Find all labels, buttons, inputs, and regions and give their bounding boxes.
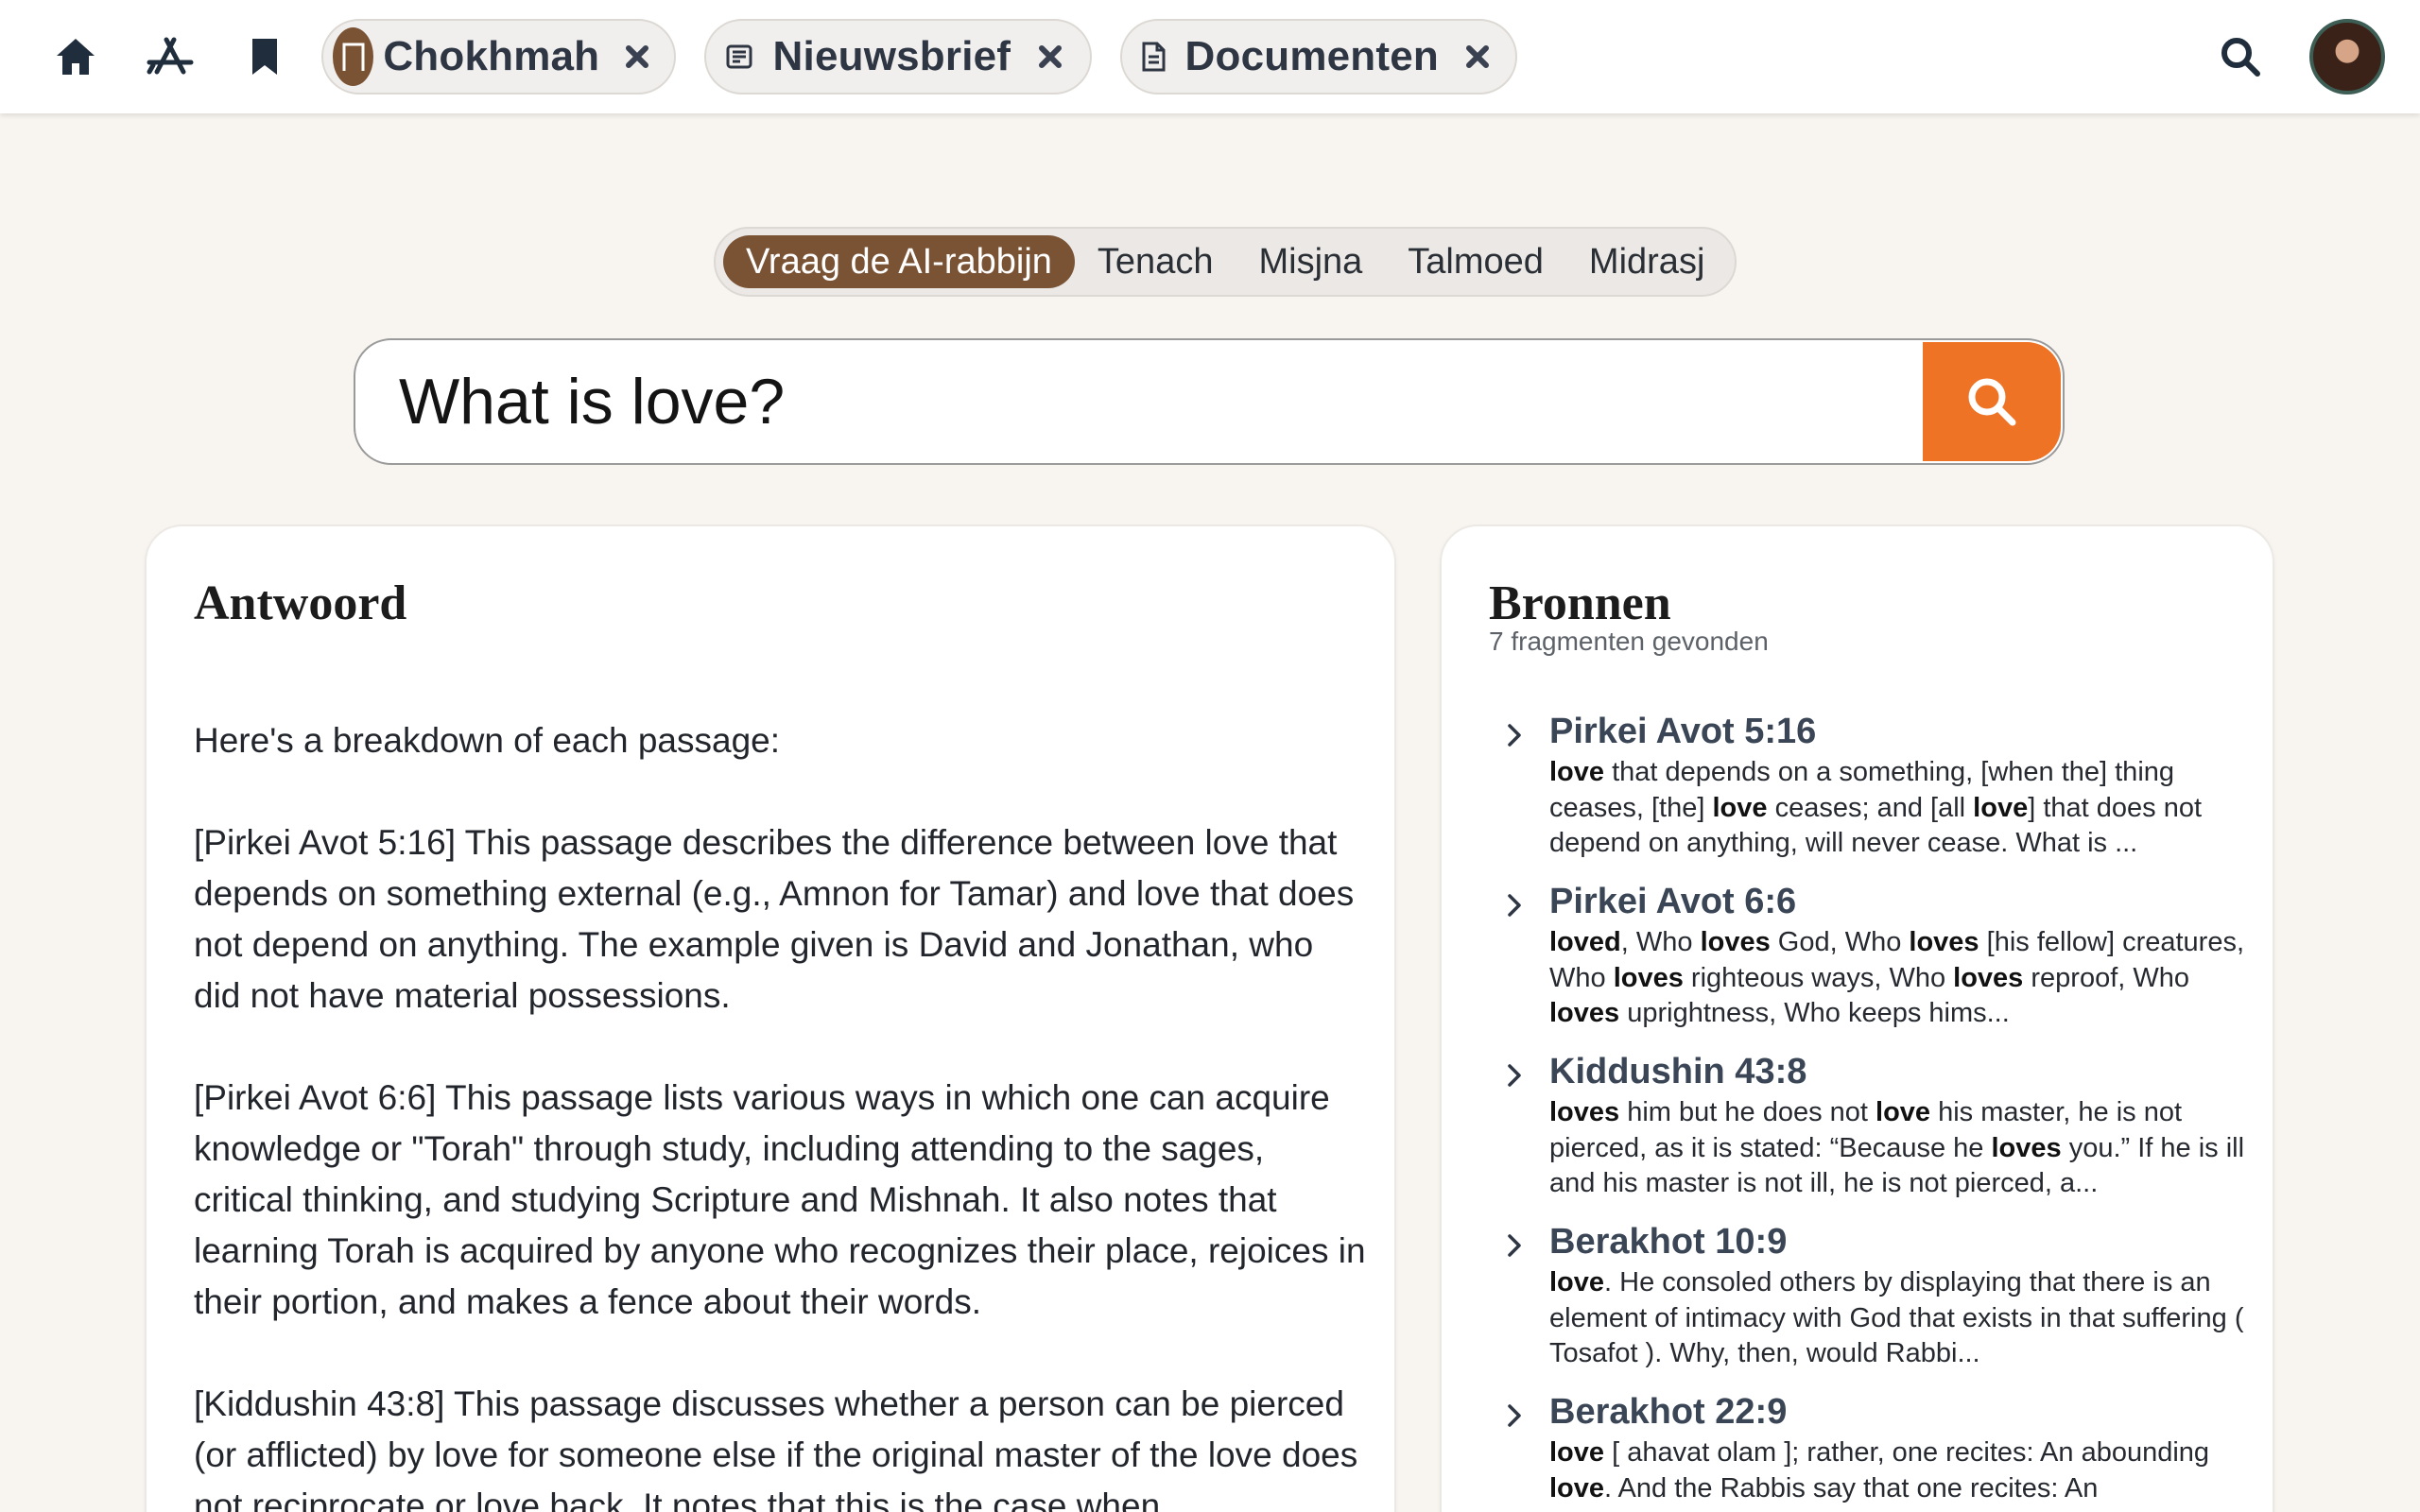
close-icon[interactable] <box>1461 36 1493 77</box>
highlighted-term: love <box>1973 792 2029 823</box>
tab-label: Nieuwsbrief <box>772 33 1011 79</box>
tab-talmoed[interactable]: Talmoed <box>1385 235 1566 288</box>
highlighted-term: love <box>1712 792 1768 823</box>
source-item[interactable]: Pirkei Avot 5:16 love that depends on a s… <box>1489 708 2255 878</box>
snippet-text: uprightness, Who keeps hims... <box>1619 998 2010 1028</box>
search-button[interactable] <box>1923 342 2061 461</box>
answer-paragraph: [Pirkei Avot 6:6] This passage lists var… <box>194 1078 1366 1321</box>
snippet-text: ceases; and [all <box>1767 792 1974 823</box>
answer-paragraph: [Pirkei Avot 5:16] This passage describe… <box>194 823 1355 1015</box>
source-snippet: love. He consoled others by displaying t… <box>1549 1265 2255 1372</box>
highlighted-term: loves <box>1700 927 1771 957</box>
chevron-right-icon[interactable] <box>1500 1061 1529 1090</box>
search-box <box>354 338 2065 465</box>
source-item[interactable]: Pirkei Avot 6:6 loved, Who loves God, Who… <box>1489 878 2255 1048</box>
chokhmah-logo-icon <box>333 27 374 86</box>
sources-count: 7 fragmenten gevonden <box>1489 627 1769 656</box>
tab-label: Documenten <box>1184 33 1439 79</box>
top-bar: Chokhmah Nieuwsbrief Documenten <box>0 0 2420 113</box>
answer-title: Antwoord <box>194 576 407 630</box>
highlighted-term: love <box>1549 1267 1605 1297</box>
answer-body: Here's a breakdown of each passage: [Pir… <box>194 715 1366 1512</box>
highlighted-term: love <box>1549 1472 1605 1503</box>
sources-card: Bronnen 7 fragmenten gevonden Pirkei Avo… <box>1440 524 2274 1512</box>
source-item[interactable]: Berakhot 10:9 love. He consoled others by… <box>1489 1218 2255 1388</box>
search-icon[interactable] <box>2212 28 2269 85</box>
source-item[interactable]: Berakhot 22:9 love [ ahavat olam ]; rathe… <box>1489 1388 2255 1512</box>
tab-vraag-de-ai-rabbijn[interactable]: Vraag de AI-rabbijn <box>723 235 1075 288</box>
source-title[interactable]: Berakhot 22:9 <box>1549 1388 2255 1435</box>
highlighted-term: loves <box>1991 1132 2062 1163</box>
document-icon <box>1132 27 1176 86</box>
sources-title: Bronnen <box>1489 576 1671 630</box>
bookmark-icon[interactable] <box>236 28 293 85</box>
source-item[interactable]: Kiddushin 43:8 loves him but he does not … <box>1489 1048 2255 1218</box>
highlighted-term: loves <box>1549 1097 1620 1127</box>
snippet-text: God, Who <box>1770 927 1910 957</box>
tab-documenten[interactable]: Documenten <box>1120 19 1517 94</box>
highlighted-term: loves <box>1613 962 1684 993</box>
source-title[interactable]: Pirkei Avot 5:16 <box>1549 708 2255 755</box>
tab-midrasj[interactable]: Midrasj <box>1566 235 1727 288</box>
chevron-right-icon[interactable] <box>1500 891 1529 919</box>
snippet-text: him but he does not <box>1619 1097 1876 1127</box>
snippet-text: . And the Rabbis say that one recites: A… <box>1604 1472 2099 1503</box>
tab-misjna[interactable]: Misjna <box>1236 235 1385 288</box>
tab-chokhmah[interactable]: Chokhmah <box>321 19 676 94</box>
source-title[interactable]: Kiddushin 43:8 <box>1549 1048 2255 1095</box>
snippet-text: , Who <box>1620 927 1701 957</box>
source-title[interactable]: Pirkei Avot 6:6 <box>1549 878 2255 925</box>
source-snippet: loves him but he does not love his maste… <box>1549 1095 2255 1202</box>
highlighted-term: loved <box>1549 927 1621 957</box>
source-title[interactable]: Berakhot 10:9 <box>1549 1218 2255 1265</box>
answer-paragraph: Here's a breakdown of each passage: <box>194 721 781 760</box>
snippet-text: [ ahavat olam ]; rather, one recites: An… <box>1604 1437 2210 1468</box>
close-icon[interactable] <box>1033 36 1067 77</box>
source-snippet: love that depends on a something, [when … <box>1549 755 2255 862</box>
newspaper-icon <box>716 27 764 86</box>
close-icon[interactable] <box>622 36 651 77</box>
chevron-right-icon[interactable] <box>1500 1401 1529 1430</box>
highlighted-term: love <box>1549 1437 1605 1468</box>
answer-paragraph: [Kiddushin 43:8] This passage discusses … <box>194 1384 1358 1512</box>
answer-card: Antwoord Here's a breakdown of each pass… <box>145 524 1396 1512</box>
highlighted-term: loves <box>1953 962 2024 993</box>
chevron-right-icon[interactable] <box>1500 1231 1529 1260</box>
highlighted-term: love <box>1876 1097 1931 1127</box>
source-segmented-control: Vraag de AI-rabbijn Tenach Misjna Talmoe… <box>714 227 1737 297</box>
snippet-text: . He consoled others by displaying that … <box>1549 1267 2244 1368</box>
tab-nieuwsbrief[interactable]: Nieuwsbrief <box>704 19 1092 94</box>
home-icon[interactable] <box>47 28 104 85</box>
source-snippet: loved, Who loves God, Who loves [his fel… <box>1549 925 2255 1032</box>
highlighted-term: loves <box>1549 998 1620 1028</box>
snippet-text: righteous ways, Who <box>1683 962 1954 993</box>
highlighted-term: loves <box>1909 927 1979 957</box>
source-list: Pirkei Avot 5:16 love that depends on a s… <box>1489 708 2255 1512</box>
snippet-text: reproof, Who <box>2023 962 2190 993</box>
chevron-right-icon[interactable] <box>1500 721 1529 749</box>
app-store-icon[interactable] <box>142 28 199 85</box>
tab-label: Chokhmah <box>383 33 600 79</box>
search-input[interactable] <box>355 340 1925 463</box>
search-icon <box>1968 378 2016 426</box>
source-snippet: love [ ahavat olam ]; rather, one recite… <box>1549 1435 2255 1506</box>
tab-tenach[interactable]: Tenach <box>1075 235 1236 288</box>
avatar[interactable] <box>2309 19 2385 94</box>
highlighted-term: love <box>1549 757 1605 787</box>
